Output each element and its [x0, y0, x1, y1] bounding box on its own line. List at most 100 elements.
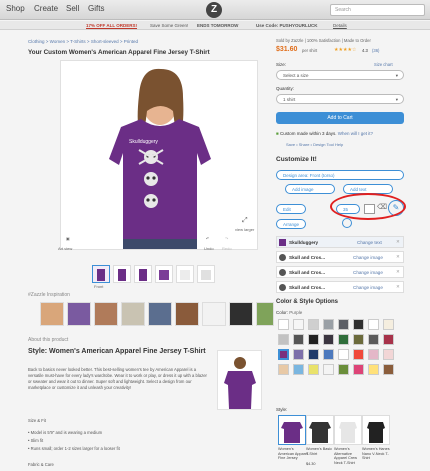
style-option[interactable]	[306, 415, 334, 445]
layer-item[interactable]: Skullduggery Change text ✕	[276, 236, 404, 248]
share-link[interactable]: Share	[299, 142, 310, 147]
delivery-link[interactable]: When will I get it?	[338, 131, 373, 136]
design-area-select[interactable]: Design area: Front (torso)	[276, 170, 404, 180]
close-icon[interactable]: ✕	[396, 239, 400, 245]
product-image[interactable]: Skullduggery	[60, 60, 258, 250]
color-swatch[interactable]	[368, 349, 379, 360]
layer-item[interactable]: Skull and Cros... Change image ✕	[276, 281, 404, 293]
quantity-select[interactable]: 1 shirt ▾	[276, 94, 404, 104]
color-swatch[interactable]	[308, 319, 319, 330]
breadcrumb-item[interactable]: Women	[50, 39, 65, 44]
color-swatch[interactable]	[383, 334, 394, 345]
redo-icon[interactable]: ↷	[225, 236, 228, 241]
color-swatch[interactable]	[353, 334, 364, 345]
inspiration-thumbnail[interactable]	[148, 302, 172, 326]
add-to-cart-button[interactable]: Add to Cart	[276, 112, 404, 124]
color-swatch[interactable]	[323, 319, 334, 330]
color-swatch[interactable]	[308, 364, 319, 375]
sold-by-link[interactable]: Sold by Zazzle	[276, 38, 303, 43]
view-thumbnail[interactable]	[176, 265, 194, 283]
rotate-icon[interactable]	[342, 218, 352, 228]
close-icon[interactable]: ✕	[396, 254, 400, 260]
nav-gifts[interactable]: Gifts	[88, 4, 104, 13]
size-select[interactable]: Select a size ▾	[276, 70, 404, 80]
color-swatch[interactable]	[278, 334, 289, 345]
color-swatch[interactable]	[278, 364, 289, 375]
save-link[interactable]: Save	[286, 142, 295, 147]
breadcrumb-item[interactable]: T-Shirts	[70, 39, 86, 44]
add-image-button[interactable]: Add image	[285, 184, 335, 194]
view-thumbnail[interactable]	[113, 265, 131, 283]
view-thumbnail-front[interactable]	[92, 265, 110, 283]
color-swatch[interactable]	[353, 319, 364, 330]
color-swatch[interactable]	[308, 349, 319, 360]
zazzle-logo-icon[interactable]: Z	[206, 2, 222, 18]
style-option-selected[interactable]	[278, 415, 306, 445]
color-swatch[interactable]	[353, 364, 364, 375]
color-swatch[interactable]	[323, 364, 334, 375]
view-larger-link[interactable]: view larger	[235, 227, 254, 232]
color-swatch[interactable]	[323, 334, 334, 345]
color-swatch[interactable]	[338, 364, 349, 375]
color-swatch[interactable]	[278, 349, 289, 360]
color-swatch[interactable]	[338, 334, 349, 345]
rating-stars-icon[interactable]: ★★★★☆	[334, 47, 356, 53]
inspiration-thumbnail[interactable]	[121, 302, 145, 326]
color-swatch[interactable]	[278, 319, 289, 330]
inspiration-thumbnail[interactable]	[40, 302, 64, 326]
inspiration-thumbnail[interactable]	[94, 302, 118, 326]
layer-action-button[interactable]: Change image	[353, 255, 383, 260]
search-input[interactable]: Search	[330, 4, 425, 16]
view-thumbnail[interactable]	[134, 265, 152, 283]
satisfaction-link[interactable]: 100% Satisfaction	[307, 38, 341, 43]
breadcrumb-item[interactable]: Clothing	[28, 39, 45, 44]
breadcrumb-item[interactable]: Printed	[124, 39, 138, 44]
breadcrumb-item[interactable]: Short-sleeved	[91, 39, 119, 44]
undo-icon[interactable]: ↶	[206, 236, 209, 241]
promo-details-link[interactable]: Details	[333, 23, 347, 28]
close-icon[interactable]: ✕	[396, 269, 400, 275]
nav-create[interactable]: Create	[34, 4, 58, 13]
review-count[interactable]: (36)	[372, 48, 379, 53]
color-swatch[interactable]	[368, 364, 379, 375]
inspiration-thumbnail[interactable]	[229, 302, 253, 326]
color-swatch[interactable]	[368, 319, 379, 330]
art-view-label[interactable]: Art view	[58, 246, 72, 251]
color-swatch[interactable]	[368, 334, 379, 345]
edit-dropdown[interactable]: Edit	[276, 204, 306, 214]
inspiration-thumbnail[interactable]	[256, 302, 274, 326]
expand-icon[interactable]: ⤢	[242, 217, 248, 225]
view-thumbnail[interactable]	[155, 265, 173, 283]
color-swatch[interactable]	[338, 349, 349, 360]
color-swatch[interactable]	[293, 364, 304, 375]
color-swatch[interactable]	[353, 349, 364, 360]
art-view-icon[interactable]: ▣	[66, 236, 70, 241]
inspiration-thumbnail[interactable]	[175, 302, 199, 326]
layer-action-button[interactable]: Change image	[353, 285, 383, 290]
size-chart-link[interactable]: Size chart	[374, 62, 393, 67]
layer-item[interactable]: Skull and Cros... Change image ✕	[276, 251, 404, 263]
color-swatch[interactable]	[338, 319, 349, 330]
style-option[interactable]	[334, 415, 362, 445]
arrange-dropdown[interactable]: Arrange	[276, 219, 306, 229]
promo-offer[interactable]: 17% OFF ALL ORDERS!	[86, 23, 137, 28]
color-swatch[interactable]	[383, 319, 394, 330]
color-swatch[interactable]	[293, 319, 304, 330]
undo-label[interactable]: Undo	[204, 246, 214, 251]
redo-label[interactable]: Redo	[222, 246, 232, 251]
color-swatch[interactable]	[323, 349, 334, 360]
color-swatch[interactable]	[293, 334, 304, 345]
color-swatch[interactable]	[308, 334, 319, 345]
view-thumbnail[interactable]	[197, 265, 215, 283]
nav-sell[interactable]: Sell	[66, 4, 79, 13]
style-option[interactable]	[362, 415, 390, 445]
layer-item[interactable]: Skull and Cros... Change image ✕	[276, 266, 404, 278]
layer-action-button[interactable]: Change image	[353, 270, 383, 275]
help-link[interactable]: Design Tool Help	[313, 142, 343, 147]
layer-action-button[interactable]: Change text	[357, 240, 382, 245]
color-swatch[interactable]	[293, 349, 304, 360]
color-swatch[interactable]	[383, 364, 394, 375]
nav-shop[interactable]: Shop	[6, 4, 25, 13]
close-icon[interactable]: ✕	[396, 284, 400, 290]
inspiration-thumbnail[interactable]	[202, 302, 226, 326]
